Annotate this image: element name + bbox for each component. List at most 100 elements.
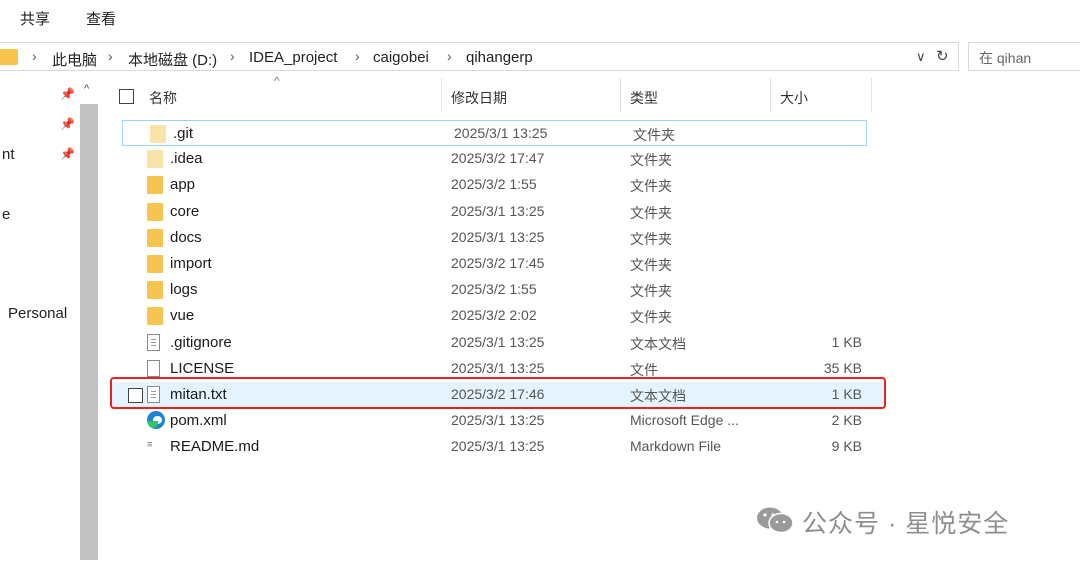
file-row[interactable]: import 2025/3/2 17:45 文件夹 — [120, 251, 866, 277]
markdown-file-icon: ≡ — [147, 440, 153, 450]
file-date: 2025/3/2 2:02 — [451, 307, 537, 323]
column-date[interactable]: 修改日期 — [451, 88, 507, 108]
file-date: 2025/3/1 13:25 — [451, 438, 545, 454]
column-divider[interactable] — [620, 78, 621, 112]
file-date: 2025/3/1 13:25 — [454, 125, 548, 141]
file-row[interactable]: mitan.txt 2025/3/2 17:46 文本文档 1 KB — [112, 382, 884, 408]
breadcrumb-separator[interactable]: › — [230, 48, 235, 64]
file-type: 文件夹 — [630, 178, 672, 194]
file-name: docs — [170, 229, 202, 246]
breadcrumb-separator[interactable]: › — [447, 48, 452, 64]
folder-icon — [150, 125, 166, 143]
file-type: 文本文档 — [630, 388, 686, 404]
file-name: LICENSE — [170, 360, 235, 377]
column-type[interactable]: 类型 — [630, 88, 658, 108]
folder-icon — [147, 150, 163, 168]
file-size: 1 KB — [831, 386, 862, 402]
breadcrumb-separator[interactable]: › — [108, 48, 113, 64]
select-all-checkbox[interactable] — [119, 89, 134, 104]
breadcrumb-separator[interactable]: › — [32, 48, 37, 64]
search-placeholder: 在 qihan — [979, 50, 1032, 66]
row-checkbox[interactable] — [128, 388, 143, 403]
breadcrumb-qihangerp[interactable]: qihangerp — [466, 49, 533, 66]
file-type: 文件夹 — [633, 127, 675, 143]
edge-icon — [147, 411, 165, 429]
file-type: Markdown File — [630, 438, 722, 454]
breadcrumb-caigobei[interactable]: caigobei — [373, 49, 429, 66]
breadcrumb-idea-project[interactable]: IDEA_project — [249, 49, 337, 66]
pin-icon[interactable]: 📌 — [60, 147, 75, 161]
refresh-icon[interactable]: ↻ — [936, 47, 949, 65]
file-row[interactable]: pom.xml 2025/3/1 13:25 Microsoft Edge ... 2… — [120, 408, 866, 434]
scroll-up-icon[interactable]: ^ — [84, 83, 89, 95]
breadcrumb-drive-d[interactable]: 本地磁盘 (D:) — [128, 49, 217, 70]
column-name[interactable]: 名称 — [149, 88, 177, 108]
sort-ascending-icon: ^ — [274, 74, 280, 88]
folder-icon — [147, 229, 163, 247]
file-date: 2025/3/2 17:46 — [451, 386, 545, 402]
address-bar-row: › 此电脑 › 本地磁盘 (D:) › IDEA_project › caigo… — [0, 40, 1080, 72]
text-file-icon — [147, 386, 160, 403]
watermark-text: 公众号 · 星悦安全 — [802, 510, 1010, 538]
column-headers: 名称 ^ 修改日期 类型 大小 — [110, 74, 872, 114]
tab-share[interactable]: 共享 — [20, 8, 50, 29]
column-size[interactable]: 大小 — [780, 88, 808, 108]
file-name: pom.xml — [170, 412, 227, 429]
file-row[interactable]: .gitignore 2025/3/1 13:25 文本文档 1 KB — [120, 330, 866, 356]
file-name: README.md — [170, 438, 260, 455]
file-row[interactable]: ≡ README.md 2025/3/1 13:25 Markdown File 9 K… — [120, 434, 866, 460]
file-icon — [147, 360, 160, 377]
file-row[interactable]: .idea 2025/3/2 17:47 文件夹 — [120, 146, 866, 172]
nav-item-personal[interactable]: Personal — [8, 305, 67, 322]
file-type: 文本文档 — [630, 336, 686, 352]
nav-item[interactable]: e — [2, 206, 10, 223]
file-size: 9 KB — [831, 438, 862, 454]
nav-item[interactable]: nt — [2, 146, 15, 163]
folder-icon — [147, 176, 163, 194]
file-row[interactable]: vue 2025/3/2 2:02 文件夹 — [120, 303, 866, 329]
pin-icon[interactable]: 📌 — [60, 117, 75, 131]
file-date: 2025/3/2 1:55 — [451, 176, 537, 192]
file-date: 2025/3/1 13:25 — [451, 334, 545, 350]
tab-view[interactable]: 查看 — [86, 8, 116, 29]
folder-icon — [147, 281, 163, 299]
file-type: 文件夹 — [630, 257, 672, 273]
pin-icon[interactable]: 📌 — [60, 87, 75, 101]
file-name: core — [170, 203, 200, 220]
file-date: 2025/3/2 17:45 — [451, 255, 545, 271]
chevron-down-icon[interactable]: ∨ — [916, 49, 926, 65]
nav-scrollbar[interactable] — [80, 104, 98, 560]
file-name: app — [170, 176, 196, 193]
file-type: 文件夹 — [630, 152, 672, 168]
search-input[interactable]: 在 qihan — [968, 42, 1080, 71]
address-bar[interactable]: › 此电脑 › 本地磁盘 (D:) › IDEA_project › caigo… — [0, 42, 959, 71]
file-type: 文件夹 — [630, 231, 672, 247]
column-divider[interactable] — [871, 78, 872, 112]
file-size: 2 KB — [831, 412, 862, 428]
file-type: 文件夹 — [630, 205, 672, 221]
file-row[interactable]: .git 2025/3/1 13:25 文件夹 — [122, 120, 867, 146]
file-row[interactable]: LICENSE 2025/3/1 13:25 文件 35 KB — [120, 356, 866, 382]
folder-icon — [147, 307, 163, 325]
folder-icon — [147, 203, 163, 221]
file-name: vue — [170, 307, 195, 324]
folder-icon — [0, 49, 18, 65]
file-type: Microsoft Edge ... — [630, 412, 739, 428]
file-date: 2025/3/1 13:25 — [451, 203, 545, 219]
column-divider[interactable] — [441, 78, 442, 112]
breadcrumb-separator[interactable]: › — [355, 48, 360, 64]
file-name: logs — [170, 281, 198, 298]
file-row[interactable]: core 2025/3/1 13:25 文件夹 — [120, 199, 866, 225]
file-date: 2025/3/2 1:55 — [451, 281, 537, 297]
file-row[interactable]: app 2025/3/2 1:55 文件夹 — [120, 172, 866, 198]
file-name: .idea — [170, 150, 203, 167]
file-size: 1 KB — [831, 334, 862, 350]
file-row[interactable]: docs 2025/3/1 13:25 文件夹 — [120, 225, 866, 251]
file-row[interactable]: logs 2025/3/2 1:55 文件夹 — [120, 277, 866, 303]
breadcrumb-this-pc[interactable]: 此电脑 — [52, 49, 97, 70]
file-size: 35 KB — [823, 360, 862, 376]
file-name: import — [170, 255, 212, 272]
column-divider[interactable] — [770, 78, 771, 112]
wechat-icon — [757, 507, 794, 534]
file-type: 文件 — [630, 362, 658, 378]
